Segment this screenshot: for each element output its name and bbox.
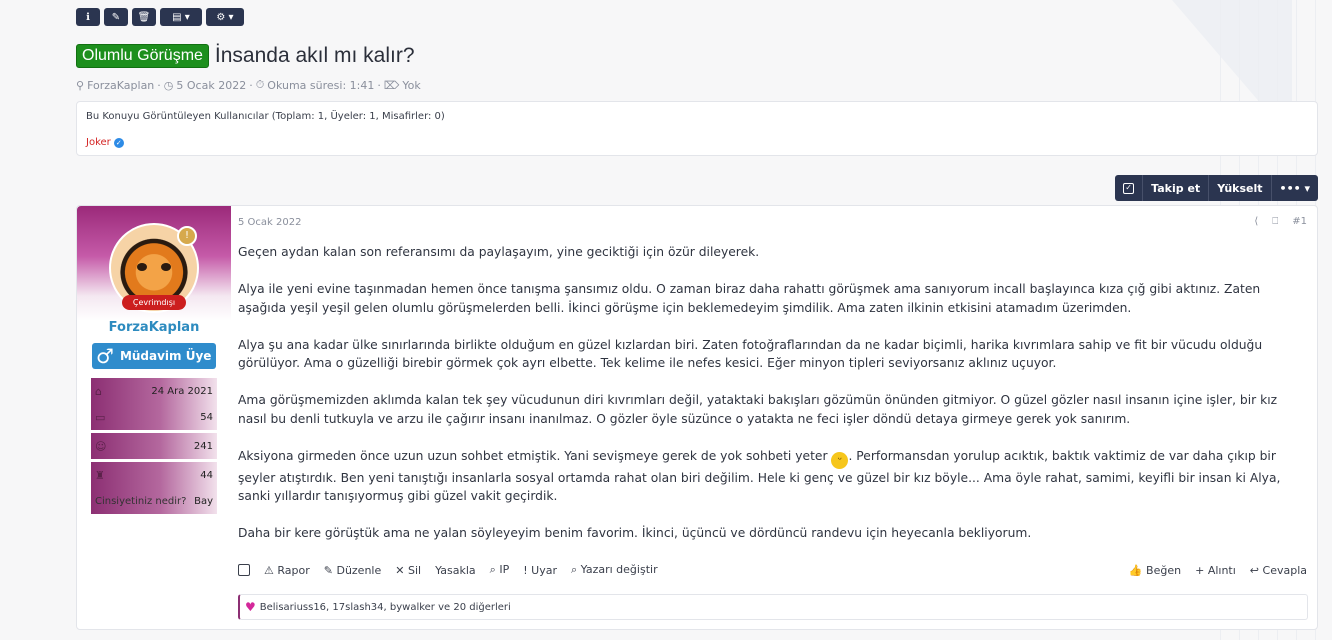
post-date[interactable]: 5 Ocak 2022 [238,217,301,228]
page-title: İnsanda akıl mı kalır? [214,44,415,67]
share-icon[interactable]: ⟨ [1254,216,1258,227]
status-badge: Çevrimdışı [122,295,186,310]
stat-gender: Cinsiyetiniz nedir? Bay [91,488,217,514]
post: ! Çevrimdışı ForzaKaplan ♂ Müdavim Üye ⌂… [76,205,1318,630]
thread-date[interactable]: 5 Ocak 2022 [176,79,246,92]
thread-tags: Yok [402,78,421,92]
bookmark-icon[interactable]: ⎕ [1272,216,1278,227]
post-actions: ⚠ Rapor ✎ Düzenle ✕ Sil Yasakla ⌕ IP ! U… [238,563,1307,577]
thread-author[interactable]: ForzaKaplan [87,79,154,92]
post-paragraph: Alya şu ana kadar ülke sınırlarında birl… [238,337,1263,371]
bump-button[interactable]: Yükselt [1209,175,1272,201]
grin-emoji-icon: ᵕ [831,451,849,469]
stat-trophies: ♜ 44 [91,462,217,488]
thread-actions: ✓ Takip et Yükselt ••• ▾ [1115,175,1318,201]
user-title-banner: ♂ Müdavim Üye [92,343,216,369]
reply-button[interactable]: ↩ Cevapla [1250,564,1307,577]
viewer-name[interactable]: Joker [86,137,111,148]
thread-title: Olumlu Görüşme İnsanda akıl mı kalır? [76,44,415,68]
trophy-icon: ♜ [95,468,105,482]
username[interactable]: ForzaKaplan [77,320,231,335]
timer-icon: ⏱ [255,78,265,91]
post-paragraph: Aksiyona girmeden önce uzun uzun sohbet … [238,448,1281,504]
checkbox-icon: ✓ [1123,182,1135,194]
post-number[interactable]: #1 [1292,216,1307,227]
post-paragraph: Daha bir kere görüştük ama ne yalan söyl… [238,526,1032,540]
post-body: 5 Ocak 2022 ⟨ ⎕ #1 Geçen aydan kalan son… [238,206,1317,629]
post-paragraph: Alya ile yeni evine taşınmadan hemen önc… [238,282,1261,315]
user-title: Müdavim Üye [119,349,212,363]
post-paragraph: Geçen aydan kalan son referansımı da pay… [238,245,760,259]
info-icon[interactable]: ℹ [76,8,100,26]
post-content: Geçen aydan kalan son referansımı da pay… [238,243,1299,561]
user-icon: ⚲ [76,78,85,92]
home-icon: ⌂ [95,384,102,398]
watch-button[interactable]: Takip et [1143,175,1210,201]
delete-button[interactable]: ✕ Sil [395,564,421,577]
male-icon: ♂ [96,344,114,368]
badge-icon: ! [177,226,197,246]
clock-icon: ◷ [163,78,174,92]
reactions-bar[interactable]: ♥ Belisariuss16, 17slash34, bywalker ve … [238,594,1308,620]
tag-icon: ⌦ [383,78,400,92]
stat-messages: ▭ 54 [91,404,217,430]
reaction-icon: ☺ [95,439,107,453]
edit-button[interactable]: ✎ Düzenle [324,564,382,577]
viewers-panel: Bu Konuyu Görüntüleyen Kullanıcılar (Top… [76,101,1318,156]
select-post-checkbox[interactable] [238,564,250,576]
like-button[interactable]: 👍 Beğen [1129,564,1181,577]
ip-button[interactable]: ⌕ IP [490,563,510,577]
thread-prefix[interactable]: Olumlu Görüşme [76,44,209,68]
thread-meta: ⚲ ForzaKaplan · ◷ 5 Ocak 2022 · ⏱ Okuma … [76,78,421,92]
report-button[interactable]: ⚠ Rapor [264,564,310,577]
chart-icon[interactable]: ▤ ▾ [160,8,202,26]
more-options-button[interactable]: ••• ▾ [1272,175,1318,201]
trash-icon[interactable]: 🗑 [132,8,156,26]
change-author-button[interactable]: ⌕ Yazarı değiştir [571,563,658,577]
post-tools: ⟨ ⎕ #1 [1254,216,1307,227]
quote-button[interactable]: + Alıntı [1195,564,1236,577]
ban-button[interactable]: Yasakla [435,564,476,577]
stat-reactions: ☺ 241 [91,433,217,459]
user-info-column: ! Çevrimdışı ForzaKaplan ♂ Müdavim Üye ⌂… [77,206,231,629]
reactions-list[interactable]: Belisariuss16, 17slash34, bywalker ve 20… [260,602,511,613]
edit-icon[interactable]: ✎ [104,8,128,26]
viewers-summary: Bu Konuyu Görüntüleyen Kullanıcılar (Top… [86,111,445,122]
select-thread-button[interactable]: ✓ [1115,175,1144,201]
warn-button[interactable]: ! Uyar [523,564,557,577]
post-paragraph: Ama görüşmemizden aklımda kalan tek şey … [238,393,1278,426]
moderator-toolbar: ℹ ✎ 🗑 ▤ ▾ ⚙ ▾ [76,8,244,26]
message-icon: ▭ [95,410,106,424]
viewer-user[interactable]: Joker ✓ [86,137,124,148]
reading-time: Okuma süresi: 1:41 [267,78,375,92]
bunny-reaction-icon: ♥ [245,600,256,614]
stat-joined: ⌂ 24 Ara 2021 [91,378,217,404]
verified-icon: ✓ [113,137,124,148]
gear-icon[interactable]: ⚙ ▾ [206,8,244,26]
